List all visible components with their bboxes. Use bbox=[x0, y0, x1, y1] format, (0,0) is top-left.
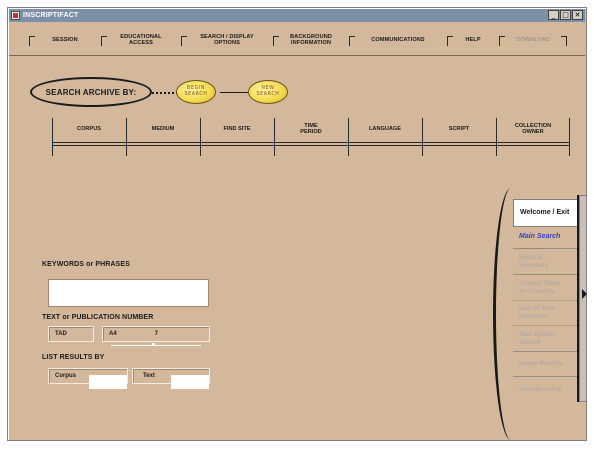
nav-text-spatial-search[interactable]: Text Spatial Search bbox=[513, 326, 577, 352]
list-by-corpus-label: Corpus bbox=[55, 373, 76, 379]
title-bar: INSCRIPTIFACT _ □ ✕ bbox=[9, 9, 585, 22]
nav-image-results[interactable]: Image Results bbox=[513, 352, 577, 377]
category-medium[interactable]: MEDIUM bbox=[126, 118, 200, 140]
search-archive-by-label: SEARCH ARCHIVE BY: bbox=[30, 77, 152, 107]
publication-field-a: A4 bbox=[109, 331, 117, 337]
menu-download-label: DOWNLOAD bbox=[516, 36, 550, 43]
keywords-label: KEYWORDS or PHRASES bbox=[42, 261, 130, 268]
menu-help-label: HELP bbox=[465, 36, 481, 43]
expand-arrow-icon[interactable] bbox=[582, 289, 587, 299]
category-time-period[interactable]: TIME PERIOD bbox=[274, 118, 348, 140]
category-find-site[interactable]: FIND SITE bbox=[200, 118, 274, 140]
nav-main-search[interactable]: Main Search bbox=[513, 227, 577, 249]
category-script[interactable]: SCRIPT bbox=[422, 118, 496, 140]
list-by-text-label: Text bbox=[143, 373, 155, 379]
menu-background-information-label: BACKGROUND INFORMATION bbox=[289, 33, 333, 46]
publication-slider[interactable] bbox=[111, 345, 201, 346]
publication-prefix-value: TAD bbox=[55, 331, 67, 337]
menu-educational-access-label: EDUCATIONAL ACCESS bbox=[120, 33, 162, 46]
app-window: INSCRIPTIFACT _ □ ✕ SESSION EDUCATIONAL … bbox=[7, 7, 587, 441]
keywords-input[interactable] bbox=[48, 279, 209, 307]
menu-educational-access[interactable]: EDUCATIONAL ACCESS bbox=[101, 28, 181, 52]
category-collection-owner[interactable]: COLLECTION OWNER bbox=[496, 118, 570, 140]
minimize-icon[interactable]: _ bbox=[548, 10, 559, 20]
publication-number-field[interactable]: A4 7 bbox=[102, 326, 210, 342]
menu-search-display-options-label: SEARCH / DISPLAY OPTIONS bbox=[200, 33, 254, 46]
window-controls: _ □ ✕ bbox=[548, 10, 583, 20]
menu-session-label: SESSION bbox=[52, 36, 78, 43]
menu-search-display-options[interactable]: SEARCH / DISPLAY OPTIONS bbox=[181, 28, 273, 52]
new-search-button[interactable]: NEW SEARCH bbox=[248, 80, 288, 104]
category-divider bbox=[52, 142, 570, 143]
nav-results-summary[interactable]: Results Summary bbox=[513, 249, 577, 275]
list-results-label: LIST RESULTS BY bbox=[42, 354, 105, 361]
publication-field-b: 7 bbox=[154, 331, 159, 337]
publication-prefix[interactable]: TAD bbox=[48, 326, 94, 342]
app-icon bbox=[11, 11, 20, 20]
begin-search-button[interactable]: BEGIN SEARCH bbox=[176, 80, 216, 104]
menu-help[interactable]: HELP bbox=[447, 28, 499, 52]
nav-corpus-table-of-contents[interactable]: Corpus Table of Contents bbox=[513, 275, 577, 301]
list-by-text-field[interactable] bbox=[171, 375, 209, 389]
menu-bar: SESSION EDUCATIONAL ACCESS SEARCH / DISP… bbox=[9, 23, 585, 56]
navigation-panel: Welcome / Exit Main Search Results Summa… bbox=[513, 195, 580, 402]
close-icon[interactable]: ✕ bbox=[572, 10, 583, 20]
search-categories: CORPUS MEDIUM FIND SITE TIME PERIOD LANG… bbox=[52, 114, 570, 156]
list-by-corpus-field[interactable] bbox=[89, 375, 127, 389]
menu-communications-label: COMMUNICATIONS bbox=[371, 36, 425, 43]
window-title: INSCRIPTIFACT bbox=[23, 12, 79, 19]
menu-session[interactable]: SESSION bbox=[29, 28, 101, 52]
category-language[interactable]: LANGUAGE bbox=[348, 118, 422, 140]
slider-thumb[interactable] bbox=[152, 343, 155, 346]
menu-communications[interactable]: COMMUNICATIONS bbox=[349, 28, 447, 52]
category-divider bbox=[52, 145, 570, 146]
nav-view-desktop[interactable]: View/DeskTop bbox=[513, 377, 577, 402]
nav-welcome-exit[interactable]: Welcome / Exit bbox=[513, 199, 577, 227]
publication-number-label: TEXT or PUBLICATION NUMBER bbox=[42, 314, 154, 321]
menu-background-information[interactable]: BACKGROUND INFORMATION bbox=[273, 28, 349, 52]
maximize-icon[interactable]: □ bbox=[560, 10, 571, 20]
nav-list-of-text-divisions[interactable]: List Of Text Divisions bbox=[513, 301, 577, 326]
menu-download[interactable]: DOWNLOAD bbox=[499, 28, 567, 52]
category-corpus[interactable]: CORPUS bbox=[52, 118, 126, 140]
